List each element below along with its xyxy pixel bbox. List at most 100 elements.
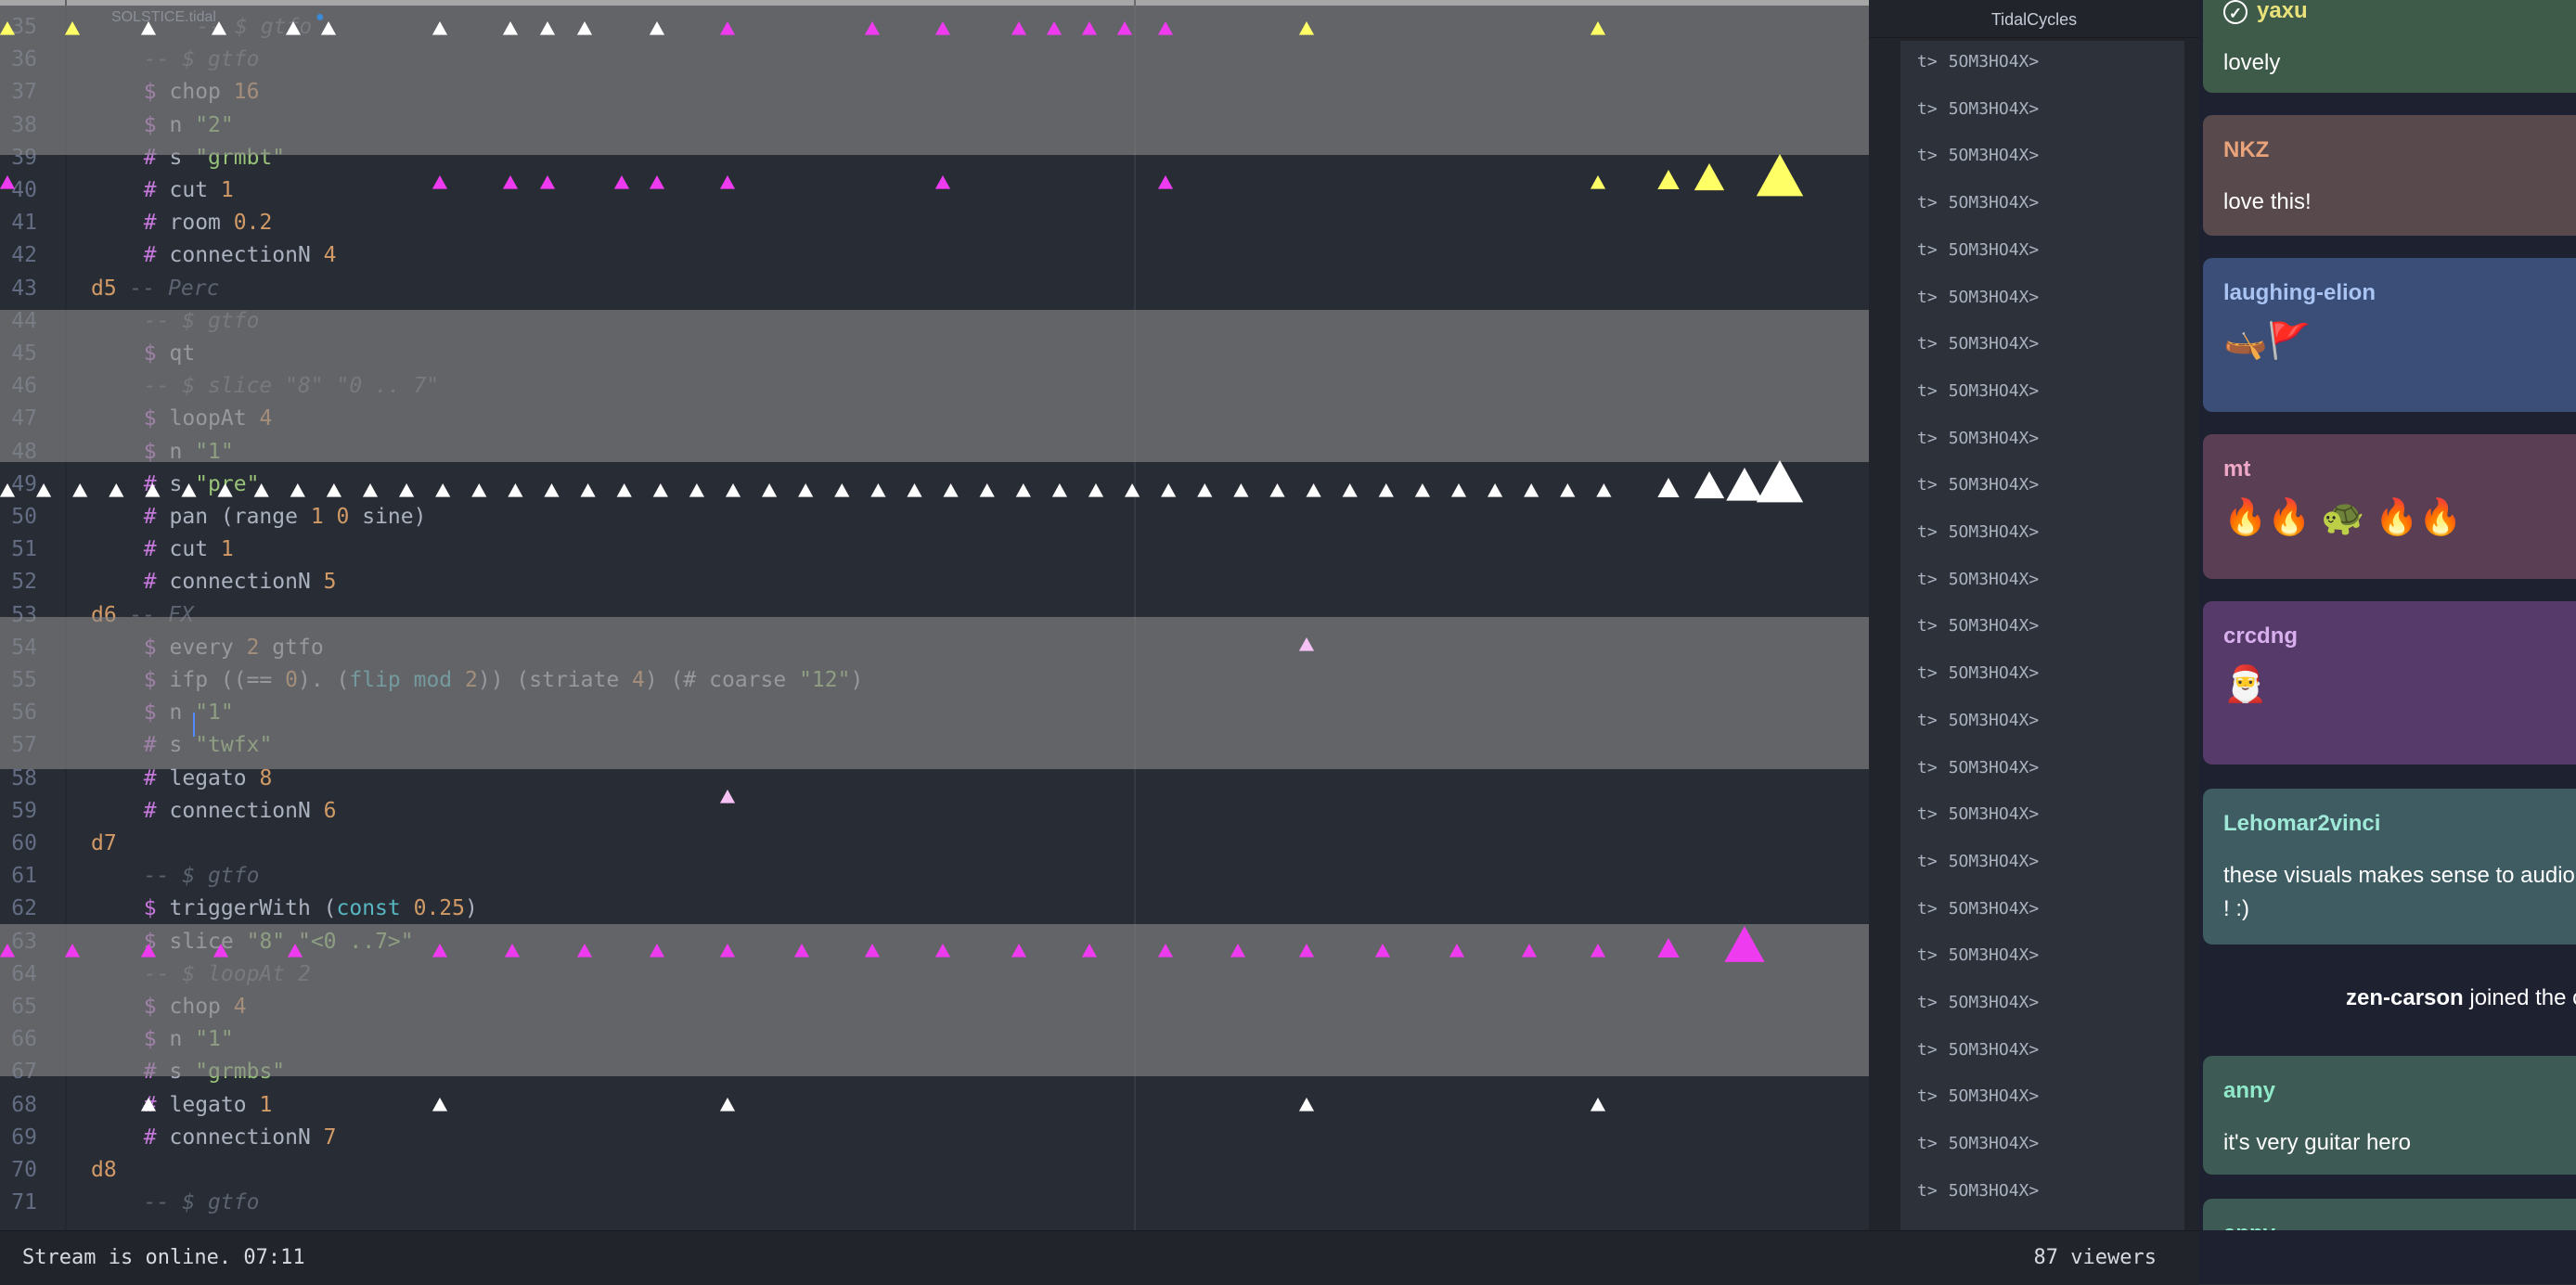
console-line: t> 5OM3HO4X>	[1917, 758, 2039, 777]
console-line: t> 5OM3HO4X>	[1917, 1040, 2039, 1060]
event-triangle	[725, 483, 741, 497]
console-prompt: t>	[1917, 146, 1938, 166]
event-triangle	[616, 483, 632, 497]
chat-username[interactable]: mt	[2223, 456, 2250, 482]
event-triangle	[0, 175, 16, 189]
event-triangle	[508, 483, 523, 497]
console-line: t> 5OM3HO4X>	[1917, 240, 2039, 260]
event-triangle	[907, 483, 922, 497]
chat-message: ✓ yaxu lovely	[2203, 0, 2576, 93]
console-entry: 5OM3HO4X>	[1948, 334, 2040, 354]
event-triangle	[1298, 1098, 1315, 1112]
viewer-count: 87 viewers	[2033, 1246, 2157, 1269]
status-bar: Stream is online. 07:11 87 viewers	[0, 1230, 2199, 1285]
event-triangle	[652, 483, 668, 497]
chat-text: love this!	[2223, 189, 2312, 214]
console-entry: 5OM3HO4X>	[1948, 522, 2040, 542]
event-triangle	[1590, 21, 1606, 35]
event-triangle	[1657, 478, 1680, 498]
chat-message: anny it's very guitar hero	[2203, 1056, 2576, 1175]
chat-username[interactable]: ✓ yaxu	[2223, 0, 2308, 24]
console-prompt: t>	[1917, 1039, 1938, 1060]
chat-emoji: 🔥🔥 🐢 🔥🔥	[2223, 498, 2463, 537]
event-triangle	[1161, 483, 1177, 497]
console-entry: 5OM3HO4X>	[1948, 804, 2040, 825]
console-entry: 5OM3HO4X>	[1948, 239, 2040, 260]
event-triangle	[140, 944, 157, 957]
username-text: mt	[2223, 456, 2251, 482]
join-text: joined the chat	[2469, 985, 2576, 1010]
console-output[interactable]: t> 5OM3HO4X> t> 5OM3HO4X> t> 5OM3HO4X> t> 5OM3H…	[1900, 41, 2184, 1230]
console-entry: 5OM3HO4X>	[1948, 1180, 2040, 1201]
console-line: t> 5OM3HO4X>	[1917, 334, 2039, 353]
console-prompt: t>	[1917, 239, 1938, 260]
event-triangle	[870, 483, 886, 497]
event-triangle	[934, 944, 951, 957]
console-prompt: t>	[1917, 993, 1938, 1012]
event-triangle	[109, 483, 124, 497]
event-triangle	[1051, 483, 1067, 497]
event-triangle	[649, 944, 665, 957]
console-prompt: t>	[1917, 616, 1938, 636]
unsaved-dot-icon: ●	[316, 9, 325, 25]
console-prompt: t>	[1917, 663, 1938, 684]
event-triangle	[1116, 21, 1133, 35]
event-triangle	[0, 944, 16, 957]
chat-username[interactable]: anny	[2223, 1078, 2275, 1104]
event-triangle	[1374, 944, 1391, 957]
console-line: t> 5OM3HO4X>	[1917, 381, 2039, 401]
event-triangle	[1596, 483, 1612, 497]
event-triangle	[1590, 1098, 1606, 1112]
event-triangle	[431, 944, 448, 957]
console-line: t> 5OM3HO4X>	[1917, 616, 2039, 636]
event-triangle	[689, 483, 704, 497]
username-text: crcdng	[2223, 623, 2299, 649]
event-triangle	[1298, 944, 1315, 957]
event-triangle	[1298, 21, 1315, 35]
event-triangle	[979, 483, 995, 497]
console-entry: 5OM3HO4X>	[1948, 616, 2040, 636]
event-triangle	[1590, 944, 1606, 957]
event-triangle	[1726, 468, 1763, 501]
console-entry: 5OM3HO4X>	[1948, 569, 2040, 589]
console-entry: 5OM3HO4X>	[1948, 287, 2040, 307]
console-prompt: t>	[1917, 380, 1938, 401]
tab-title[interactable]: SOLSTICE.tidal	[111, 9, 216, 26]
console-entry: 5OM3HO4X>	[1948, 380, 2040, 401]
console-entry: 5OM3HO4X>	[1948, 1086, 2040, 1107]
event-triangle	[1015, 483, 1031, 497]
event-triangle	[864, 21, 881, 35]
console-line: t> 5OM3HO4X>	[1917, 899, 2039, 919]
event-triangle	[217, 483, 233, 497]
event-triangle	[431, 175, 448, 189]
console-title: TidalCycles	[1869, 0, 2199, 38]
console-prompt: t>	[1917, 522, 1938, 542]
event-triangle	[539, 21, 556, 35]
event-triangle	[934, 175, 951, 189]
chat-username[interactable]: NKZ	[2223, 137, 2269, 163]
chat-username[interactable]: anny	[2223, 1221, 2275, 1230]
event-triangle	[1230, 944, 1246, 957]
console-line: t> 5OM3HO4X>	[1917, 1181, 2039, 1201]
console-line: t> 5OM3HO4X>	[1917, 99, 2039, 119]
console-line: t> 5OM3HO4X>	[1917, 146, 2039, 165]
chat-text: lovely	[2223, 50, 2281, 75]
event-triangle	[1157, 21, 1174, 35]
username-text: yaxu	[2257, 0, 2308, 23]
event-triangle	[140, 1098, 157, 1112]
event-triangle	[285, 21, 302, 35]
code-editor[interactable]: SOLSTICE.tidal ● 35-- $ gtfo36-- $ gtfo3…	[0, 0, 1869, 1230]
chat-username[interactable]: crcdng	[2223, 623, 2298, 649]
event-triangle	[1157, 944, 1174, 957]
console-entry: 5OM3HO4X>	[1948, 193, 2040, 213]
event-triangle	[64, 944, 81, 957]
event-triangle	[1298, 637, 1315, 651]
console-line: t> 5OM3HO4X>	[1917, 993, 2039, 1012]
chat-username[interactable]: laughing-elion	[2223, 280, 2376, 306]
event-triangle	[326, 483, 341, 497]
console-prompt: t>	[1917, 52, 1938, 71]
chat-username[interactable]: Lehomar2vinci	[2223, 811, 2380, 837]
join-notice: zen-carson joined the chat	[2346, 985, 2576, 1011]
console-line: t> 5OM3HO4X>	[1917, 522, 2039, 542]
chat-message: Lehomar2vinci these visuals makes sense t…	[2203, 789, 2576, 944]
